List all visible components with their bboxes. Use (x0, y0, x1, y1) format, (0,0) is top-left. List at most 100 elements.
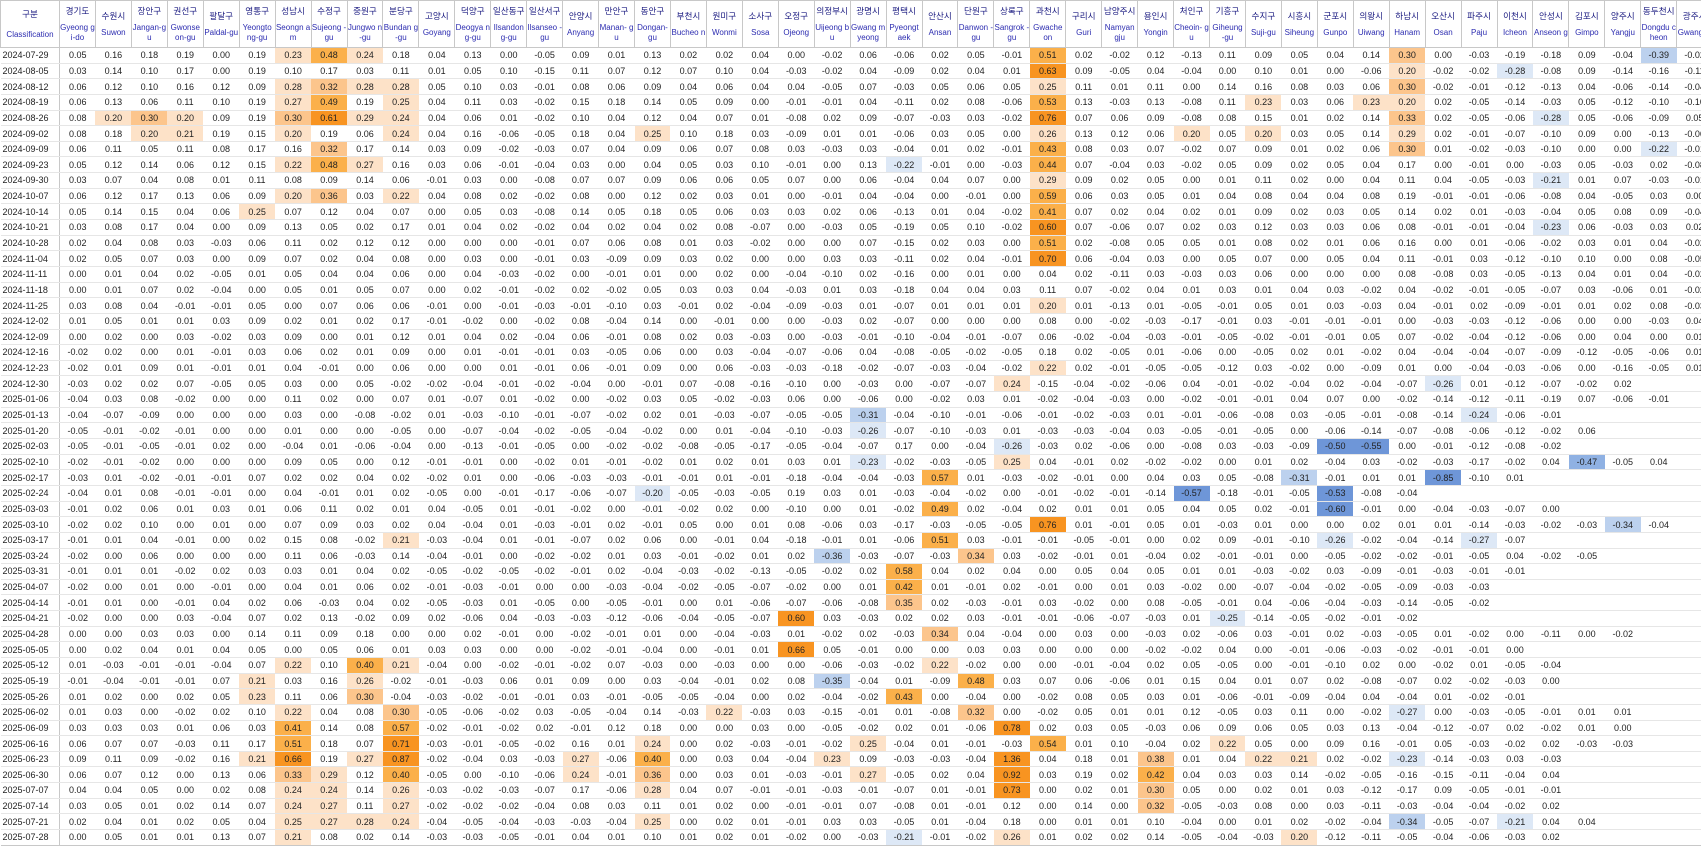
value-cell: 0.06 (167, 157, 203, 173)
table-row: 2024-10-210.030.080.170.040.000.090.130.… (1, 220, 1701, 236)
value-cell: 0.24 (383, 110, 419, 126)
table-row: 2024-10-280.020.040.080.03-0.030.060.110… (1, 235, 1701, 251)
value-cell: -0.12 (1317, 830, 1353, 846)
value-cell: 0.07 (958, 173, 994, 189)
column-header-en: Ojeong (779, 28, 814, 38)
value-cell: -0.01 (778, 783, 814, 799)
value-cell: 0.05 (1138, 564, 1174, 580)
value-cell: 0.00 (1210, 783, 1246, 799)
value-cell: -0.09 (1533, 345, 1569, 361)
value-cell: -0.02 (922, 392, 958, 408)
value-cell: 0.03 (1102, 141, 1138, 157)
value-cell: 0.00 (778, 329, 814, 345)
value-cell: -0.02 (1533, 548, 1569, 564)
value-cell: -0.16 (1641, 63, 1677, 79)
value-cell: 0.08 (563, 188, 599, 204)
value-cell: 0.00 (670, 657, 706, 673)
value-cell: 0.02 (491, 329, 527, 345)
value-cell: 0.04 (1030, 751, 1066, 767)
value-cell: 0.02 (886, 720, 922, 736)
value-cell: 0.03 (167, 235, 203, 251)
value-cell: 0.03 (850, 282, 886, 298)
value-cell: 0.87 (383, 751, 419, 767)
value-cell: 0.00 (455, 657, 491, 673)
value-cell: -0.03 (1210, 798, 1246, 814)
value-cell: -0.02 (635, 439, 671, 455)
value-cell: 0.08 (635, 329, 671, 345)
value-cell: 0.14 (635, 704, 671, 720)
value-cell: 0.01 (958, 266, 994, 282)
value-cell: 0.04 (347, 470, 383, 486)
value-cell: 0.14 (635, 94, 671, 110)
value-cell (1641, 595, 1677, 611)
value-cell (1677, 532, 1701, 548)
value-cell: 0.06 (1174, 720, 1210, 736)
value-cell: 0.02 (95, 517, 131, 533)
value-cell: -0.17 (1174, 313, 1210, 329)
value-cell: 0.01 (311, 439, 347, 455)
value-cell: -0.07 (850, 439, 886, 455)
value-cell (1605, 532, 1641, 548)
column-header-en: Gwangj u (1677, 28, 1701, 38)
value-cell: 0.02 (383, 517, 419, 533)
column-header-en: Gwonse on-gu (168, 23, 203, 43)
value-cell: -0.03 (922, 454, 958, 470)
value-cell: -0.04 (1461, 329, 1497, 345)
value-cell: 0.05 (60, 204, 96, 220)
value-cell: 0.07 (670, 376, 706, 392)
value-cell: 0.01 (1174, 689, 1210, 705)
value-cell: 0.13 (203, 767, 239, 783)
value-cell: 0.01 (670, 454, 706, 470)
value-cell: 0.07 (1066, 204, 1102, 220)
value-cell: 0.02 (1317, 110, 1353, 126)
value-cell: 0.00 (1030, 798, 1066, 814)
value-cell: 0.08 (95, 298, 131, 314)
value-cell: 0.04 (275, 579, 311, 595)
table-row: 2024-10-070.060.120.170.130.060.090.200.… (1, 188, 1701, 204)
value-cell: 0.02 (922, 63, 958, 79)
row-date: 2025-05-05 (1, 642, 60, 658)
value-cell: -0.02 (1605, 626, 1641, 642)
value-cell: 0.04 (1569, 188, 1605, 204)
value-cell: -0.14 (1641, 79, 1677, 95)
value-cell: 0.00 (670, 642, 706, 658)
value-cell: 0.00 (347, 360, 383, 376)
value-cell: 0.60 (778, 611, 814, 627)
value-cell: 0.16 (563, 736, 599, 752)
value-cell: 0.20 (167, 110, 203, 126)
column-header: 처인구Cheoin- gu (1174, 1, 1210, 48)
value-cell: 0.14 (1138, 830, 1174, 846)
value-cell: 0.01 (1102, 548, 1138, 564)
column-header-en: Anseon g (1533, 28, 1568, 38)
value-cell: -0.01 (1425, 251, 1461, 267)
value-cell: 0.40 (635, 751, 671, 767)
value-cell: 0.00 (1605, 141, 1641, 157)
value-cell: -0.36 (814, 548, 850, 564)
value-cell: 0.00 (239, 454, 275, 470)
value-cell: -0.05 (1389, 830, 1425, 846)
value-cell: 0.03 (958, 532, 994, 548)
value-cell (1533, 595, 1569, 611)
value-cell: -0.05 (419, 564, 455, 580)
value-cell: -0.02 (167, 704, 203, 720)
value-cell: 0.02 (1353, 517, 1389, 533)
value-cell: 0.17 (886, 439, 922, 455)
value-cell: 0.12 (95, 157, 131, 173)
value-cell: -0.05 (383, 423, 419, 439)
value-cell: -0.01 (60, 564, 96, 580)
value-cell: 0.59 (1030, 188, 1066, 204)
value-cell: -0.02 (527, 564, 563, 580)
value-cell: -0.06 (814, 595, 850, 611)
value-cell: -0.05 (1174, 830, 1210, 846)
value-cell (1497, 579, 1533, 595)
value-cell: 0.07 (203, 673, 239, 689)
column-header-ko: 중원구 (348, 6, 383, 17)
value-cell: 0.18 (994, 814, 1030, 830)
value-cell: 0.08 (167, 173, 203, 189)
column-header-ko: 성남시 (276, 6, 311, 17)
value-cell: -0.13 (1102, 298, 1138, 314)
value-cell: -0.01 (670, 548, 706, 564)
value-cell: -0.15 (527, 63, 563, 79)
value-cell: 0.02 (1425, 126, 1461, 142)
value-cell: -0.05 (1174, 595, 1210, 611)
